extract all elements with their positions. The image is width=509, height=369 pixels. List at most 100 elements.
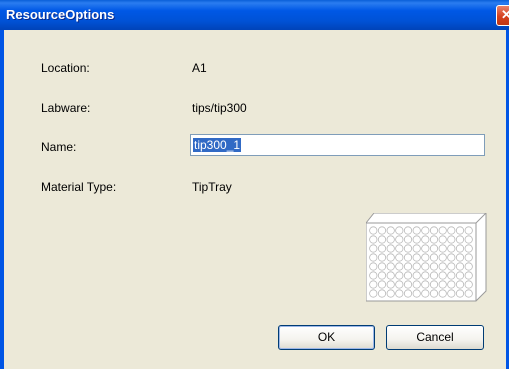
tip-well bbox=[412, 262, 421, 271]
tip-well bbox=[395, 253, 404, 262]
tip-well bbox=[438, 289, 447, 298]
tip-well bbox=[438, 244, 447, 253]
tip-well bbox=[455, 289, 465, 298]
tip-well bbox=[464, 235, 473, 244]
tip-well bbox=[395, 289, 404, 298]
tip-well bbox=[438, 271, 447, 280]
cancel-button[interactable]: Cancel bbox=[386, 325, 484, 350]
close-button[interactable]: ✕ bbox=[496, 5, 509, 26]
tip-well bbox=[403, 226, 413, 235]
material-type-value: TipTray bbox=[192, 180, 232, 194]
labware-label: Labware: bbox=[41, 101, 91, 115]
tip-well bbox=[386, 244, 395, 253]
tip-well bbox=[447, 289, 456, 298]
tip-well bbox=[395, 244, 404, 253]
tip-well bbox=[377, 244, 387, 253]
tip-well bbox=[403, 262, 413, 271]
tip-well bbox=[412, 280, 421, 289]
tip-well bbox=[386, 226, 395, 235]
tip-tray-icon bbox=[365, 212, 487, 302]
tip-well bbox=[455, 280, 465, 289]
tip-well bbox=[447, 271, 456, 280]
tip-well bbox=[464, 271, 473, 280]
tip-well bbox=[438, 235, 447, 244]
tip-well bbox=[421, 244, 430, 253]
tip-well bbox=[395, 235, 404, 244]
tip-well bbox=[455, 244, 465, 253]
tip-well bbox=[438, 280, 447, 289]
tip-well bbox=[369, 262, 378, 271]
tip-well bbox=[421, 226, 430, 235]
tip-well bbox=[369, 253, 378, 262]
tip-well bbox=[377, 235, 387, 244]
tip-well bbox=[377, 253, 387, 262]
tip-well bbox=[369, 226, 378, 235]
dialog-title: ResourceOptions bbox=[6, 7, 115, 22]
tip-well bbox=[386, 280, 395, 289]
close-icon: ✕ bbox=[501, 7, 509, 22]
tip-well bbox=[403, 235, 413, 244]
tip-well bbox=[377, 289, 387, 298]
tip-well bbox=[447, 262, 456, 271]
tip-well bbox=[421, 235, 430, 244]
tip-well bbox=[421, 280, 430, 289]
ok-button[interactable]: OK bbox=[278, 325, 375, 350]
tip-well bbox=[464, 289, 473, 298]
tip-well bbox=[464, 262, 473, 271]
tip-well bbox=[403, 271, 413, 280]
tip-well bbox=[386, 262, 395, 271]
tip-well bbox=[421, 289, 430, 298]
tip-well bbox=[464, 280, 473, 289]
tip-well bbox=[386, 289, 395, 298]
tip-well bbox=[429, 253, 439, 262]
tip-well bbox=[455, 262, 465, 271]
tip-well bbox=[369, 271, 378, 280]
tip-well bbox=[386, 253, 395, 262]
tip-well bbox=[369, 235, 378, 244]
tip-well bbox=[395, 262, 404, 271]
tip-well bbox=[412, 244, 421, 253]
tip-well bbox=[395, 271, 404, 280]
tip-well bbox=[421, 271, 430, 280]
tip-well bbox=[412, 235, 421, 244]
tip-well bbox=[403, 280, 413, 289]
tip-well bbox=[447, 244, 456, 253]
tip-well bbox=[455, 235, 465, 244]
tip-well bbox=[369, 289, 378, 298]
tip-tray-preview bbox=[365, 212, 488, 310]
tip-well bbox=[429, 235, 439, 244]
tip-well bbox=[377, 271, 387, 280]
tip-well bbox=[429, 262, 439, 271]
tip-well bbox=[438, 226, 447, 235]
tip-well bbox=[447, 235, 456, 244]
tip-well bbox=[438, 262, 447, 271]
resource-options-dialog: ResourceOptions ✕ Location: A1 Labware: … bbox=[0, 0, 509, 369]
tip-well bbox=[412, 253, 421, 262]
tip-well bbox=[464, 253, 473, 262]
tip-well bbox=[438, 253, 447, 262]
tip-well bbox=[464, 244, 473, 253]
tip-well bbox=[447, 226, 456, 235]
tip-well bbox=[403, 253, 413, 262]
name-label: Name: bbox=[41, 140, 77, 154]
tip-well bbox=[369, 244, 378, 253]
tip-well bbox=[429, 226, 439, 235]
title-bar[interactable]: ResourceOptions ✕ bbox=[0, 0, 509, 30]
tip-well bbox=[386, 271, 395, 280]
material-type-label: Material Type: bbox=[41, 180, 117, 194]
tip-well bbox=[412, 289, 421, 298]
tip-well bbox=[455, 226, 465, 235]
tip-well bbox=[429, 271, 439, 280]
tip-well bbox=[395, 226, 404, 235]
name-input[interactable]: tip300_1 bbox=[190, 134, 485, 156]
tip-well bbox=[429, 289, 439, 298]
tip-well bbox=[412, 226, 421, 235]
tip-well bbox=[429, 244, 439, 253]
name-input-selected-text: tip300_1 bbox=[193, 138, 242, 152]
tip-well bbox=[377, 226, 387, 235]
tip-well bbox=[464, 226, 473, 235]
tip-well bbox=[369, 280, 378, 289]
location-label: Location: bbox=[41, 61, 90, 75]
tip-well bbox=[455, 271, 465, 280]
tip-well bbox=[395, 280, 404, 289]
